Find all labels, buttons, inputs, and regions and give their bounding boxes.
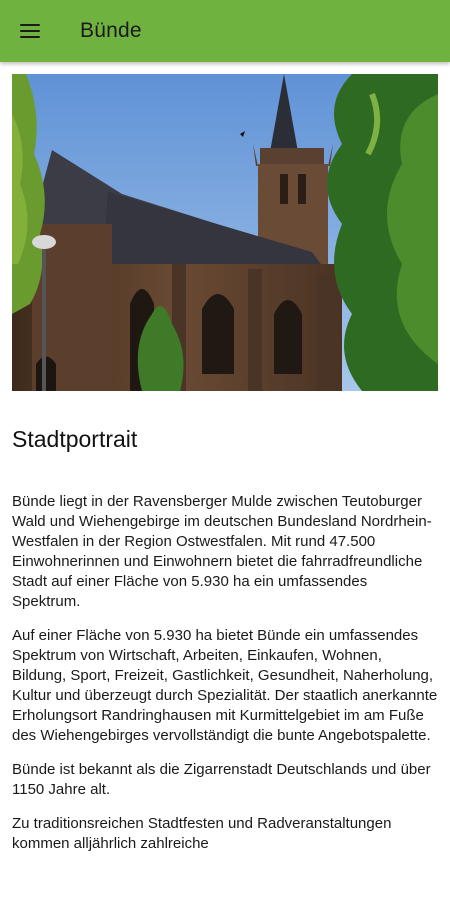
app-bar: Bünde <box>0 0 450 62</box>
paragraph-1: Bünde liegt in der Ravensberger Mulde zw… <box>12 493 432 610</box>
church-photo <box>12 74 438 391</box>
paragraph-4: Zu traditionsreichen Stadtfesten und Rad… <box>12 815 392 852</box>
paragraph-2: Auf einer Fläche von 5.930 ha bietet Bün… <box>12 627 438 744</box>
menu-button[interactable] <box>0 0 62 62</box>
article: Stadtportrait Bünde liegt in der Ravensb… <box>12 392 438 854</box>
paragraph-3: Bünde ist bekannt als die Zigarrenstadt … <box>12 761 431 798</box>
hamburger-menu-icon <box>20 24 40 38</box>
section-title: Stadtportrait <box>12 426 138 452</box>
app-title: Bünde <box>80 19 142 42</box>
